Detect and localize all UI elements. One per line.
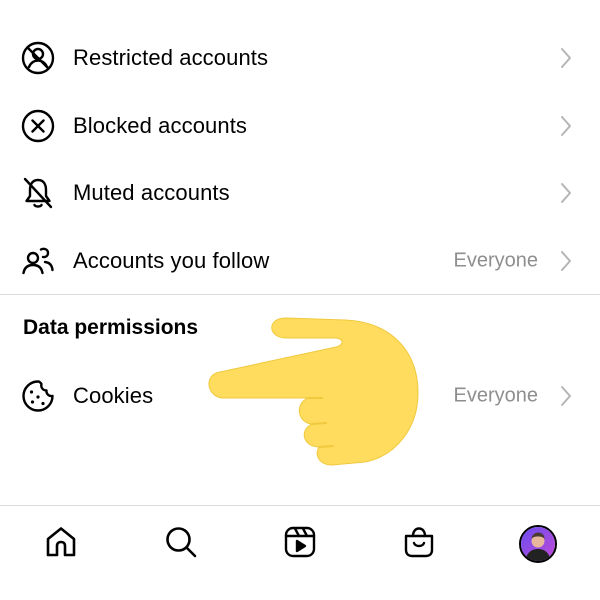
- cookies-value: Everyone: [453, 384, 539, 407]
- cookie-icon: [20, 378, 56, 414]
- restricted-accounts-label: Restricted accounts: [73, 45, 269, 70]
- profile-avatar: [519, 525, 557, 563]
- home-tab[interactable]: [37, 520, 85, 568]
- profile-tab[interactable]: [514, 520, 562, 568]
- settings-row-cookies[interactable]: Cookies Everyone: [0, 366, 600, 426]
- bottom-tab-bar: [0, 506, 600, 600]
- home-icon: [44, 525, 78, 564]
- search-tab[interactable]: [157, 520, 205, 568]
- shop-tab[interactable]: [395, 520, 443, 568]
- chevron-right-icon: [559, 47, 573, 69]
- search-icon: [164, 525, 198, 564]
- accounts-you-follow-label: Accounts you follow: [73, 248, 270, 273]
- chevron-right-icon: [559, 182, 573, 204]
- muted-bell-icon: [20, 175, 56, 211]
- shop-bag-icon: [402, 525, 436, 564]
- settings-row-accounts-you-follow[interactable]: Accounts you follow Everyone: [0, 231, 600, 291]
- settings-row-restricted-accounts[interactable]: Restricted accounts: [0, 28, 600, 88]
- chevron-right-icon: [559, 115, 573, 137]
- people-icon: [20, 243, 56, 279]
- blocked-accounts-label: Blocked accounts: [73, 113, 248, 138]
- blocked-icon: [20, 108, 56, 144]
- settings-row-blocked-accounts[interactable]: Blocked accounts: [0, 96, 600, 156]
- data-permissions-heading: Data permissions: [23, 316, 199, 339]
- chevron-right-icon: [559, 250, 573, 272]
- reels-icon: [283, 525, 317, 564]
- restricted-icon: [20, 40, 56, 76]
- cookies-label: Cookies: [73, 383, 154, 408]
- section-divider: [0, 294, 600, 295]
- muted-accounts-label: Muted accounts: [73, 180, 230, 205]
- reels-tab[interactable]: [276, 520, 324, 568]
- settings-row-muted-accounts[interactable]: Muted accounts: [0, 163, 600, 223]
- chevron-right-icon: [559, 385, 573, 407]
- accounts-you-follow-value: Everyone: [453, 249, 539, 272]
